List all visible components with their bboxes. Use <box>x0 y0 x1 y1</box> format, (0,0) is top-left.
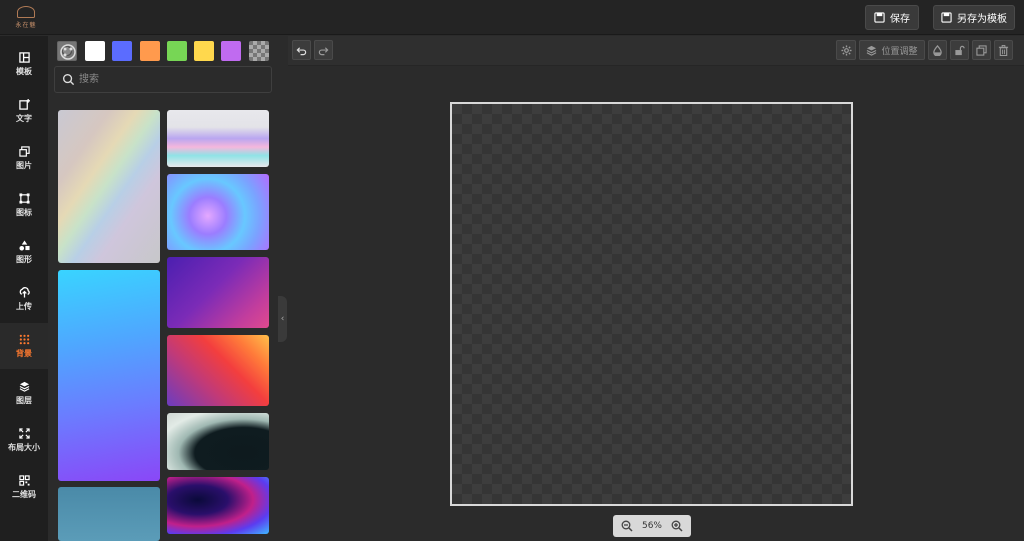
sidebar-item-background[interactable]: 背景 <box>0 323 48 369</box>
sidebar-item-icon[interactable]: 图标 <box>0 182 48 228</box>
sidebar-item-layers[interactable]: 图层 <box>0 370 48 416</box>
editor-toolbar: 位置调整 <box>288 36 1024 66</box>
position-adjust-button[interactable]: 位置调整 <box>859 40 925 60</box>
sidebar-item-label: 文字 <box>16 113 32 123</box>
sidebar-item-label: 图片 <box>16 160 32 170</box>
sidebar-item-label: 上传 <box>16 301 32 311</box>
color-picker-swatch[interactable] <box>57 41 77 61</box>
template-icon <box>18 51 30 63</box>
redo-button[interactable] <box>314 40 333 60</box>
swatch-purple[interactable] <box>221 41 241 61</box>
gear-icon <box>840 44 852 56</box>
qrcode-icon <box>18 474 30 486</box>
unlock-icon <box>955 45 965 55</box>
copy-icon <box>976 44 987 56</box>
logo-mark-icon <box>17 6 35 18</box>
save-as-template-button[interactable]: 另存为模板 <box>933 5 1015 30</box>
background-thumb[interactable] <box>167 257 269 328</box>
sidebar-item-label: 布局大小 <box>8 442 40 452</box>
text-icon <box>18 98 30 110</box>
background-thumb[interactable] <box>167 335 269 406</box>
background-panel <box>48 36 280 541</box>
background-thumb[interactable] <box>167 413 269 470</box>
sidebar-item-qrcode[interactable]: 二维码 <box>0 464 48 510</box>
save-icon <box>874 12 885 23</box>
collapse-panel-button[interactable]: ‹ <box>278 296 287 342</box>
zoom-control: 56% <box>613 515 691 537</box>
chevron-left-icon: ‹ <box>280 314 285 324</box>
position-adjust-label: 位置调整 <box>881 46 918 57</box>
palette-icon <box>60 44 76 60</box>
lock-button[interactable] <box>950 40 969 60</box>
sidebar-item-label: 图标 <box>16 207 32 217</box>
search-input[interactable] <box>79 67 269 92</box>
sidebar-item-label: 图层 <box>16 395 32 405</box>
shape-icon <box>18 239 30 251</box>
layers-icon <box>867 45 877 56</box>
swatch-green[interactable] <box>167 41 187 61</box>
swatch-blue[interactable] <box>112 41 132 61</box>
sidebar-item-label: 二维码 <box>12 489 36 499</box>
sidebar-item-label: 背景 <box>16 348 32 358</box>
icon-icon <box>18 192 30 204</box>
sidebar-item-shape[interactable]: 图形 <box>0 229 48 275</box>
search-box <box>54 66 272 93</box>
trash-icon <box>998 44 1009 56</box>
delete-button[interactable] <box>994 40 1013 60</box>
upload-icon <box>19 286 30 298</box>
opacity-button[interactable] <box>928 40 947 60</box>
sidebar-item-image[interactable]: 图片 <box>0 135 48 181</box>
background-thumb[interactable] <box>167 110 269 167</box>
zoom-level: 56% <box>641 521 662 531</box>
layers-icon <box>19 381 29 392</box>
swatch-orange[interactable] <box>140 41 160 61</box>
sidebar-item-resize[interactable]: 布局大小 <box>0 417 48 463</box>
artboard[interactable] <box>450 102 853 506</box>
drop-icon <box>933 44 942 56</box>
background-thumb[interactable] <box>58 270 160 481</box>
zoom-in-icon[interactable] <box>671 520 683 532</box>
sidebar-item-text[interactable]: 文字 <box>0 88 48 134</box>
resize-icon <box>18 427 30 439</box>
save-button[interactable]: 保存 <box>865 5 919 30</box>
undo-button[interactable] <box>292 40 311 60</box>
image-icon <box>18 145 30 157</box>
zoom-out-icon[interactable] <box>621 520 633 532</box>
sidebar-item-label: 图形 <box>16 254 32 264</box>
background-thumb[interactable] <box>58 110 160 263</box>
swatch-white[interactable] <box>85 41 105 61</box>
search-icon <box>62 73 75 86</box>
settings-button[interactable] <box>836 40 856 60</box>
duplicate-button[interactable] <box>972 40 991 60</box>
sidebar-item-label: 模板 <box>16 66 32 76</box>
save-icon <box>941 12 952 23</box>
background-thumb[interactable] <box>167 477 269 534</box>
undo-icon <box>296 46 307 55</box>
background-thumb[interactable] <box>167 174 269 250</box>
save-label: 保存 <box>890 14 910 25</box>
sidebar-item-upload[interactable]: 上传 <box>0 276 48 322</box>
app-logo[interactable]: 永在魅 <box>8 2 44 33</box>
sidebar-item-template[interactable]: 模板 <box>0 41 48 87</box>
logo-text: 永在魅 <box>15 22 37 29</box>
background-thumb[interactable] <box>58 487 160 541</box>
swatch-transparent[interactable] <box>249 41 269 61</box>
swatch-yellow[interactable] <box>194 41 214 61</box>
redo-icon <box>318 46 329 55</box>
top-bar: 永在魅 保存 另存为模板 <box>0 0 1024 35</box>
sidebar: 模板 文字 图片 图标 图形 上传 背景 图层 布局大小 二维码 <box>0 36 48 541</box>
save-as-template-label: 另存为模板 <box>957 14 1007 25</box>
background-icon <box>19 334 29 344</box>
